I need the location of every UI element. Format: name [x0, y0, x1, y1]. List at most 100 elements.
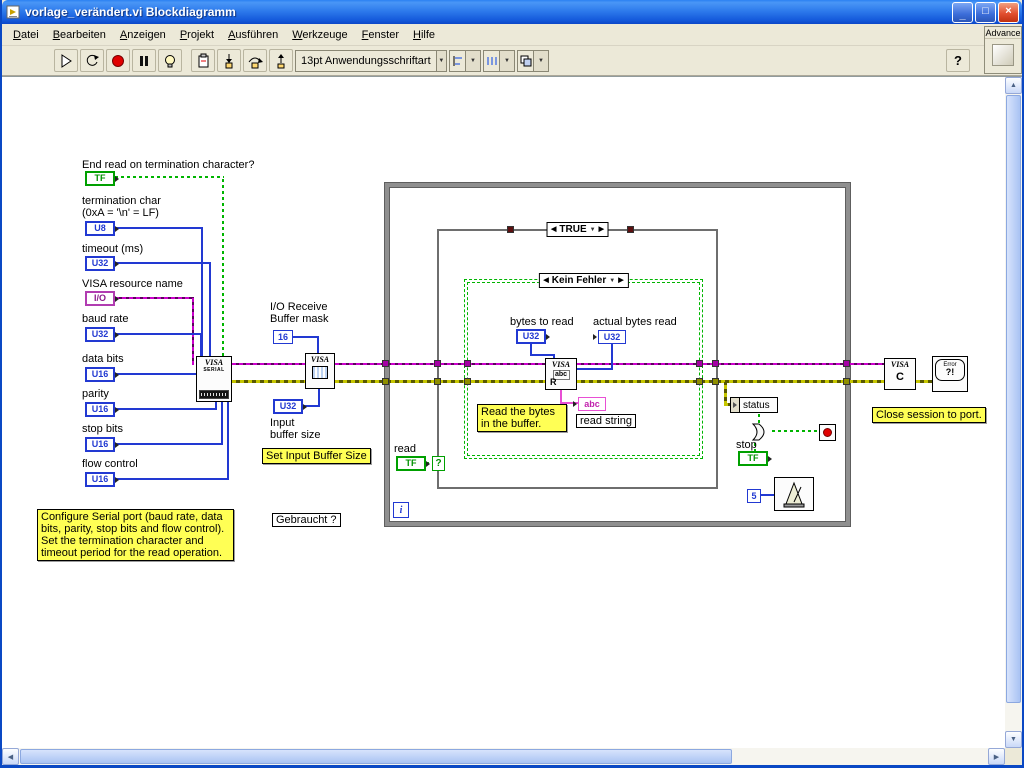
tunnel[interactable]: [843, 378, 850, 385]
flow-control-terminal[interactable]: U16: [85, 472, 119, 487]
dropdown-icon: ▼: [533, 50, 548, 71]
horizontal-scrollbar-thumb[interactable]: [20, 749, 732, 764]
terminal-arrow-icon: [115, 406, 119, 413]
tunnel[interactable]: [696, 378, 703, 385]
parity-terminal[interactable]: U16: [85, 402, 119, 417]
case-prev-icon[interactable]: ◀: [543, 277, 548, 284]
scroll-left-button[interactable]: ◀: [2, 748, 19, 765]
tunnel[interactable]: [627, 226, 634, 233]
case-selector[interactable]: ◀ TRUE ▼ ▶: [546, 222, 609, 237]
menu-ausfuehren[interactable]: Ausführen: [221, 26, 285, 44]
context-help-button[interactable]: ?: [946, 49, 970, 72]
horizontal-scrollbar[interactable]: ◀ ▶: [2, 748, 1005, 765]
tunnel[interactable]: [712, 378, 719, 385]
end-read-terminal[interactable]: TF: [85, 171, 119, 186]
step-over-button[interactable]: [243, 49, 267, 72]
terminal-arrow-icon: [573, 401, 577, 407]
tunnel[interactable]: [696, 360, 703, 367]
application-window: vorlage_verändert.vi Blockdiagramm _ □ ×…: [0, 0, 1024, 768]
parity-label: parity: [82, 388, 109, 400]
case-next-icon[interactable]: ▶: [618, 277, 623, 284]
data-bits-terminal[interactable]: U16: [85, 367, 119, 382]
case-selector[interactable]: ◀ Kein Fehler ▼ ▶: [538, 273, 629, 288]
timeout-terminal[interactable]: U32: [85, 256, 119, 271]
case-selector-terminal[interactable]: ?: [432, 456, 445, 471]
case-next-icon[interactable]: ▶: [599, 226, 604, 233]
buffer-mask-constant[interactable]: 16: [273, 330, 293, 344]
input-buffer-size-terminal[interactable]: U32: [273, 399, 307, 414]
visa-close-node[interactable]: VISA C: [884, 358, 916, 390]
advance-palette[interactable]: Advance: [984, 26, 1022, 74]
read-string-terminal[interactable]: abc: [573, 397, 606, 411]
tunnel[interactable]: [434, 360, 441, 367]
terminal-arrow-icon: [115, 331, 119, 338]
visa-wire: [232, 363, 305, 365]
serial-settings-display: [199, 390, 229, 399]
dropdown-icon[interactable]: ▼: [590, 227, 596, 233]
menu-fenster[interactable]: Fenster: [355, 26, 406, 44]
simple-error-handler-node[interactable]: Error?!: [932, 356, 968, 392]
loop-iteration-terminal[interactable]: i: [393, 502, 409, 518]
block-diagram-canvas[interactable]: ◀ TRUE ▼ ▶ ◀ Kein Fehler ▼ ▶ ? End read …: [2, 77, 1005, 748]
menu-projekt[interactable]: Projekt: [173, 26, 221, 44]
stop-bits-terminal[interactable]: U16: [85, 437, 119, 452]
tunnel[interactable]: [712, 360, 719, 367]
read-terminal[interactable]: TF: [396, 456, 430, 471]
menu-hilfe[interactable]: Hilfe: [406, 26, 442, 44]
pause-button[interactable]: [132, 49, 156, 72]
case-prev-icon[interactable]: ◀: [551, 226, 556, 233]
minimize-button[interactable]: _: [952, 1, 973, 23]
termination-char-terminal[interactable]: U8: [85, 221, 119, 236]
stop-terminal[interactable]: TF: [738, 451, 772, 466]
step-out-button[interactable]: [269, 49, 293, 72]
menu-datei[interactable]: Datei: [6, 26, 46, 44]
actual-bytes-read-terminal[interactable]: U32: [593, 330, 626, 344]
abort-button[interactable]: [106, 49, 130, 72]
wait-ms-node[interactable]: [774, 477, 814, 511]
vertical-scrollbar-thumb[interactable]: [1006, 95, 1021, 703]
maximize-button[interactable]: □: [975, 1, 996, 23]
advance-palette-title: Advance: [985, 28, 1021, 39]
dropdown-icon: ▼: [435, 50, 446, 71]
close-button[interactable]: ×: [998, 1, 1019, 23]
tunnel[interactable]: [382, 360, 389, 367]
error-wire: [232, 380, 305, 383]
visa-read-node[interactable]: VISA abc R: [545, 358, 577, 390]
bytes-to-read-terminal[interactable]: U32: [516, 329, 550, 344]
retain-wire-values-button[interactable]: [191, 49, 215, 72]
titlebar[interactable]: vorlage_verändert.vi Blockdiagramm _ □ ×: [2, 0, 1022, 24]
visa-resource-terminal[interactable]: I/O: [85, 291, 119, 306]
menu-werkzeuge[interactable]: Werkzeuge: [285, 26, 354, 44]
tunnel[interactable]: [464, 360, 471, 367]
tunnel[interactable]: [464, 378, 471, 385]
scroll-right-button[interactable]: ▶: [988, 748, 1005, 765]
advance-palette-icon[interactable]: [992, 44, 1014, 66]
unbundle-status-node[interactable]: status: [730, 397, 778, 413]
tunnel[interactable]: [382, 378, 389, 385]
step-into-button[interactable]: [217, 49, 241, 72]
highlight-execution-button[interactable]: [158, 49, 182, 72]
scroll-up-button[interactable]: ▲: [1005, 77, 1022, 94]
node-label: VISA: [204, 358, 224, 367]
run-continuous-button[interactable]: [80, 49, 104, 72]
reorder-objects-dropdown[interactable]: ▼: [517, 49, 549, 72]
tunnel[interactable]: [843, 360, 850, 367]
distribute-objects-dropdown[interactable]: ▼: [483, 49, 515, 72]
vertical-scrollbar[interactable]: ▲ ▼: [1005, 77, 1022, 748]
numeric-wire: [761, 494, 774, 496]
tunnel[interactable]: [434, 378, 441, 385]
font-selector[interactable]: 13pt Anwendungsschriftart ▼: [295, 49, 447, 72]
menu-bearbeiten[interactable]: Bearbeiten: [46, 26, 113, 44]
visa-configure-serial-port-node[interactable]: VISA SERIAL: [196, 356, 232, 402]
terminal-arrow-icon: [115, 175, 119, 182]
scroll-down-button[interactable]: ▼: [1005, 731, 1022, 748]
tunnel[interactable]: [507, 226, 514, 233]
baud-rate-terminal[interactable]: U32: [85, 327, 119, 342]
wait-ms-constant[interactable]: 5: [747, 489, 761, 503]
align-objects-dropdown[interactable]: ▼: [449, 49, 481, 72]
run-button[interactable]: [54, 49, 78, 72]
visa-set-io-buffer-size-node[interactable]: VISA: [305, 353, 335, 389]
menu-anzeigen[interactable]: Anzeigen: [113, 26, 173, 44]
loop-condition-terminal[interactable]: [819, 424, 836, 441]
dropdown-icon[interactable]: ▼: [609, 278, 615, 284]
